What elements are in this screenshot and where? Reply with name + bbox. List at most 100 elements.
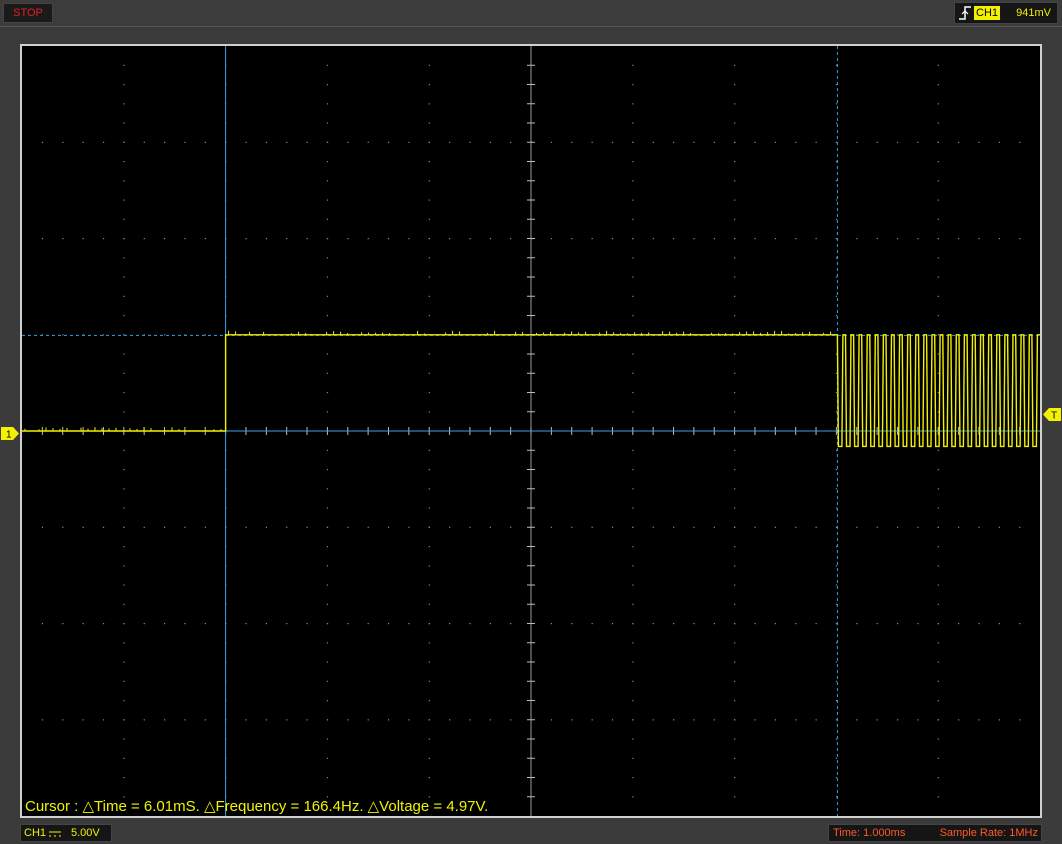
grid-dot (286, 526, 288, 528)
time-per-div: Time: 1.000ms (833, 827, 906, 839)
grid-dot (876, 719, 878, 721)
grid-dot (428, 507, 430, 509)
grid-dot (632, 680, 634, 682)
grid-dot (123, 161, 125, 163)
grid-dot (693, 719, 695, 721)
grid-dot (734, 584, 736, 586)
grid-dot (856, 623, 858, 625)
grid-dot (937, 507, 939, 509)
grid-dot (245, 526, 247, 528)
grid-dot (835, 565, 838, 567)
grid-dot (62, 334, 64, 336)
trigger-level-marker[interactable]: T (1043, 408, 1061, 421)
grid-dot (774, 719, 777, 721)
grid-dot (876, 526, 878, 528)
waveform-display[interactable]: Cursor : △Time = 6.01mS. △Frequency = 16… (20, 44, 1042, 818)
grid-dot (734, 295, 736, 297)
grid-dot (937, 680, 939, 682)
grid-dot (835, 199, 838, 201)
grid-dot (428, 469, 430, 471)
grid-dot (123, 315, 125, 317)
grid-dot (734, 738, 736, 740)
grid-dot (632, 315, 634, 317)
grid-dot (998, 141, 1000, 143)
grid-dot (123, 295, 125, 297)
grid-dot (958, 141, 960, 143)
grid-dot (734, 353, 736, 355)
grid-dot (428, 353, 430, 355)
grid-dot (510, 719, 512, 721)
grid-dot (632, 392, 634, 394)
grid-dot (937, 122, 939, 124)
grid-dot (265, 526, 268, 528)
grid-dot (204, 141, 206, 143)
grid-dot (734, 199, 736, 201)
timebase-status[interactable]: Time: 1.000ms Sample Rate: 1MHz (828, 824, 1042, 842)
grid-dot (856, 141, 858, 143)
grid-dot (123, 526, 125, 528)
grid-dot (937, 353, 939, 355)
grid-dot (632, 238, 634, 240)
grid-dot (754, 623, 756, 625)
grid-dot (734, 161, 736, 163)
channel-1-ground-marker[interactable]: 1 (1, 427, 19, 440)
grid-dot (550, 526, 553, 528)
grid-dot (123, 642, 125, 644)
grid-dot (123, 488, 125, 490)
grid-dot (795, 719, 797, 721)
grid-dot (591, 719, 593, 721)
grid-dot (754, 238, 756, 240)
grid-dot (164, 334, 166, 336)
channel-marker-label: 1 (6, 430, 12, 441)
grid-dot (41, 719, 44, 721)
grid-dot (428, 295, 430, 297)
grid-dot (184, 623, 186, 625)
grid-dot (632, 218, 634, 220)
grid-dot (632, 719, 634, 721)
grid-dot (937, 719, 939, 721)
grid-dot (795, 141, 797, 143)
grid-dot (82, 141, 84, 143)
grid-dot (632, 141, 634, 143)
grid-dot (632, 122, 634, 124)
grid-dot (306, 526, 308, 528)
run-stop-button[interactable]: STOP (3, 3, 53, 23)
grid-dot (123, 603, 125, 605)
grid-dot (856, 526, 858, 528)
grid-dot (449, 238, 451, 240)
grid-dot (326, 103, 329, 105)
grid-dot (82, 238, 84, 240)
grid-dot (326, 64, 329, 66)
grid-dot (632, 546, 634, 548)
grid-dot (835, 469, 838, 471)
grid-dot (123, 353, 125, 355)
grid-dot (632, 469, 634, 471)
grid-dot (937, 623, 939, 625)
grid-dot (978, 141, 980, 143)
grid-dot (347, 238, 349, 240)
grid-dot (550, 719, 553, 721)
grid-dot (245, 238, 247, 240)
grid-dot (673, 238, 675, 240)
ch1-status-name: CH1 (24, 827, 47, 839)
grid-dot (82, 526, 84, 528)
grid-dot (123, 276, 125, 278)
grid-dot (326, 353, 329, 355)
grid-dot (245, 719, 247, 721)
grid-dot (123, 449, 125, 451)
grid-dot (306, 719, 308, 721)
grid-dot (937, 295, 939, 297)
grid-dot (632, 777, 634, 779)
grid-dot (428, 623, 430, 625)
grid-dot (673, 623, 675, 625)
grid-dot (102, 526, 105, 528)
grid-dot (734, 64, 736, 66)
grid-dot (937, 661, 939, 663)
grid-dot (510, 526, 512, 528)
grid-dot (632, 584, 634, 586)
grid-dot (835, 122, 838, 124)
grid-dot (835, 295, 838, 297)
grid-dot (835, 392, 838, 394)
ch1-status-box[interactable]: CH1 5.00V (20, 824, 112, 842)
trigger-status[interactable]: CH1 941mV (954, 2, 1058, 24)
